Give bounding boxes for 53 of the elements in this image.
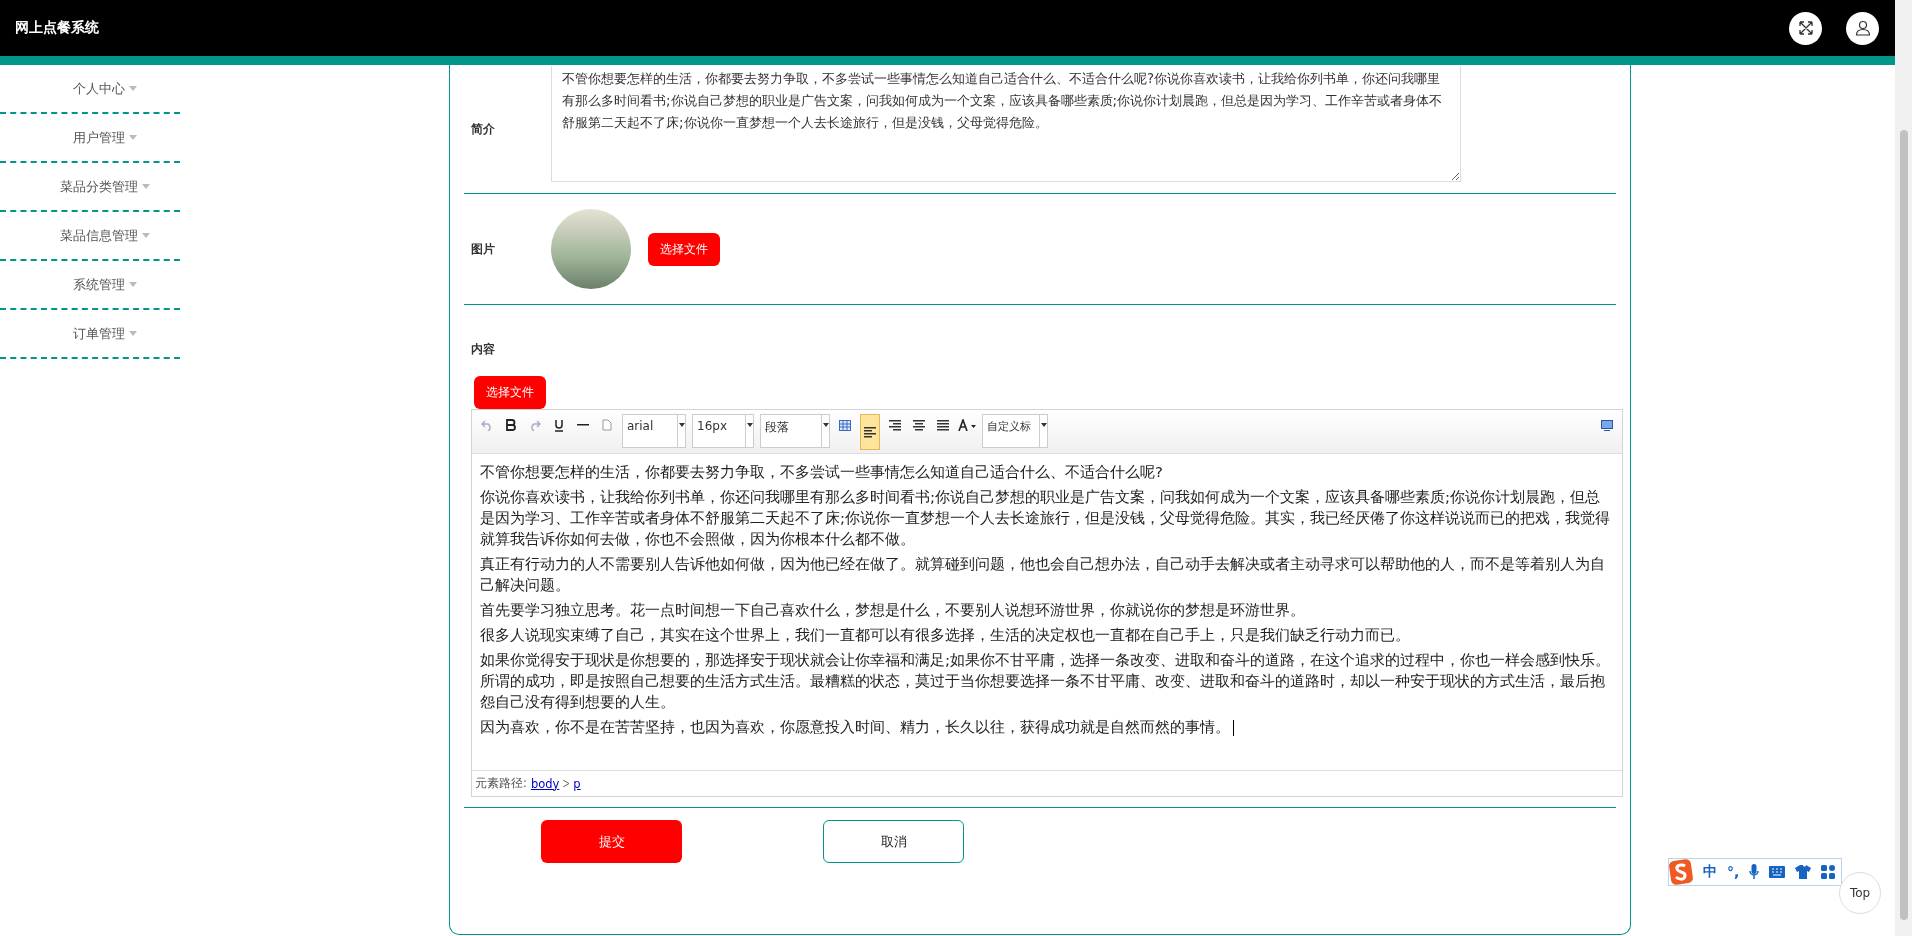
ime-mode[interactable]: 中 [1703, 863, 1717, 881]
editor-paragraph: 很多人说现实束缚了自己，其实在这个世界上，我们一直都可以有很多选择，生活的决定权也一直都在自己手上，只是我们缺乏行动力而已。 [480, 625, 1411, 646]
app-title: 网上点餐系统 [15, 19, 99, 37]
font-size-select[interactable]: 16px [692, 414, 754, 448]
shirt-icon[interactable] [1795, 865, 1812, 879]
caret-icon [142, 184, 150, 189]
dropdown-caret-icon [678, 423, 685, 427]
user-icon [1854, 20, 1871, 36]
apps-icon[interactable] [1821, 865, 1836, 879]
sidebar-item[interactable]: 菜品分类管理 [0, 163, 180, 212]
dropdown-caret-icon [1040, 423, 1047, 427]
keyboard-icon[interactable] [1769, 866, 1786, 878]
choose-file-button[interactable]: 选择文件 [474, 376, 546, 409]
expand-icon [1797, 20, 1814, 36]
field-label: 简介 [470, 120, 496, 138]
separator-icon [563, 780, 570, 787]
paragraph-select[interactable]: 段落 [760, 414, 830, 448]
caret-icon [129, 86, 137, 91]
back-to-top-button[interactable]: Top [1839, 872, 1881, 914]
caret-icon [142, 233, 150, 238]
caret-icon [129, 135, 137, 140]
element-path-link[interactable]: body [530, 776, 560, 791]
ime-mode[interactable]: °, [1727, 864, 1740, 880]
editor-paragraph: 你说你喜欢读书，让我给你列书单，你还问我哪里有那么多时间看书;你说自己梦想的职业是广告文案，问我如何成为一个文案，应该具备哪些素质;你说你计划晨跑，但总是因为学习、工作辛苦或者身体不舒服第二天起不了床;你说你一直梦想一个人去长途旅行，但是没钱，父母觉得危险。其实，我已经厌倦了你这样说说而已的把戏，我觉得就算我告诉你如何去做，你也不会照做，因为你根本什么都不做。 [480, 487, 1612, 550]
sidebar-item[interactable]: 用户管理 [0, 114, 180, 163]
cancel-button[interactable]: 取消 [823, 820, 964, 863]
caret-icon [129, 331, 137, 336]
caret-icon [129, 282, 137, 287]
scrollbar-thumb[interactable] [1899, 130, 1908, 920]
editor-paragraph: 如果你觉得安于现状是你想要的，那选择安于现状就会让你幸福和满足;如果你不甘平庸，选择一条改变、进取和奋斗的道路，在这个追求的过程中，你也一样会感到快乐。所谓的成功，即是按照自己想要的生活方式生活。最糟糕的状态，莫过于当你想要选择一条不甘平庸、改变、进取和奋斗的道路时，却以一种安于现状的方式生活，最后抱怨自己没有得到想要的人生。 [480, 650, 1612, 713]
intro-textarea[interactable]: 不管你想要怎样的生活，你都要去努力争取，不多尝试一些事情怎么知道自己适合什么、不适合什么呢?你说你喜欢读书，让我给你列书单，你还问我哪里有那么多时间看书;你说自己梦想的职业是广告文案，问我如何成为一个文案，应该具备哪些素质;你说你计划晨跑，但总是因为学习、工作辛苦或者身体不舒服第二天起不了床;你说你一直梦想一个人去长途旅行，但是没钱，父母觉得危险。 [551, 66, 1461, 182]
sidebar-item[interactable]: 订单管理 [0, 310, 180, 359]
dropdown-caret-icon [822, 423, 829, 427]
sidebar-item[interactable]: 个人中心 [0, 65, 180, 114]
font-family-select[interactable]: arial [622, 414, 686, 448]
sidebar-item[interactable]: 菜品信息管理 [0, 212, 180, 261]
fullscreen-button[interactable] [1789, 11, 1822, 45]
editor-paragraph: 因为喜欢，你不是在苦苦坚持，也因为喜欢，你愿意投入时间、精力，长久以往，获得成功就是自然而然的事情。 [480, 717, 1614, 738]
choose-file-button[interactable]: 选择文件 [648, 232, 720, 266]
editor-paragraph: 不管你想要怎样的生活，你都要去努力争取，不多尝试一些事情怎么知道自己适合什么、不适合什么呢? [480, 462, 1164, 483]
editor-paragraph: 首先要学习独立思考。花一点时间想一下自己喜欢什么，梦想是什么，不要别人说想环游世界，你就说你的梦想是环游世界。 [480, 600, 1306, 621]
element-path-label: 元素路径: [475, 776, 527, 791]
microphone-icon[interactable] [1749, 864, 1760, 880]
dropdown-caret-icon [746, 423, 753, 427]
editor-paragraph: 真正有行动力的人不需要别人告诉他如何做，因为他已经在做了。就算碰到问题，他也会自己想办法，自己动手去解决或者主动寻求可以帮助他的人，而不是等着别人为自己解决问题。 [480, 554, 1606, 596]
sidebar-item[interactable]: 系统管理 [0, 261, 180, 310]
align-left-icon[interactable] [860, 414, 880, 450]
user-button[interactable] [1846, 11, 1879, 45]
element-path-link[interactable]: p [573, 776, 581, 791]
heading-select[interactable]: 自定义标 [982, 414, 1048, 448]
field-label: 图片 [470, 240, 496, 258]
submit-button[interactable]: 提交 [541, 820, 682, 863]
field-label: 内容 [471, 341, 496, 358]
